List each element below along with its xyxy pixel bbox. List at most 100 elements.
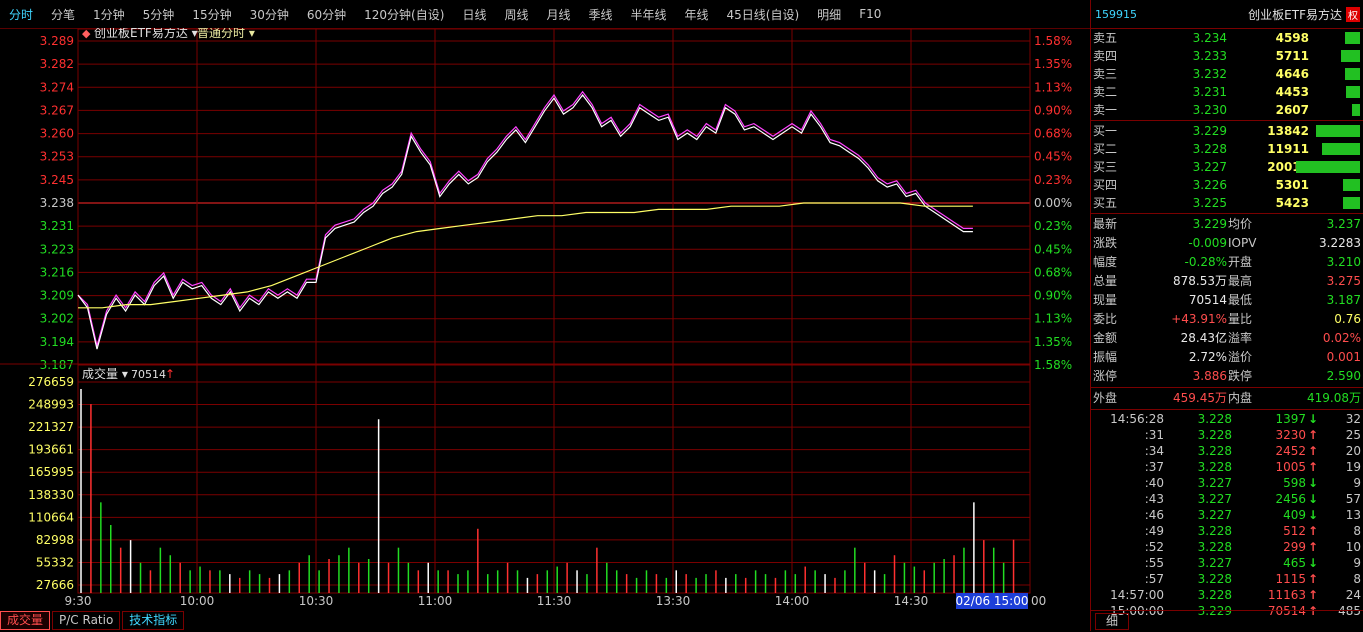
book-level[interactable]: 买五 3.225 5423 (1091, 194, 1363, 212)
pct-tick-label: 0.90% (1034, 103, 1072, 117)
period-tab-12[interactable]: 半年线 (622, 6, 676, 23)
level-price: 3.226 (1192, 178, 1227, 192)
price-tick-label: 3.274 (40, 80, 74, 94)
tick-time: :52 (1144, 540, 1164, 554)
tab-volume[interactable]: 成交量 (0, 611, 51, 630)
rights-badge[interactable]: 权 (1346, 6, 1360, 22)
tab-technical-indicators[interactable]: 技术指标 (122, 611, 185, 630)
period-tab-3[interactable]: 5分钟 (134, 6, 184, 23)
book-level[interactable]: 卖三 3.232 4646 (1091, 65, 1363, 83)
level-volume-bar (1352, 104, 1360, 116)
tick-price: 3.227 (1197, 556, 1232, 570)
period-tab-7[interactable]: 120分钟(自设) (355, 6, 453, 23)
tick-volume: 299 (1283, 540, 1306, 554)
book-level[interactable]: 买二 3.228 11911 (1091, 140, 1363, 158)
period-tab-5[interactable]: 30分钟 (241, 6, 298, 23)
level-volume-bar (1316, 125, 1360, 137)
tick-time: :55 (1144, 556, 1164, 570)
detail-button[interactable]: 细 (1095, 613, 1130, 630)
level-volume-bar (1345, 32, 1360, 44)
level-volume: 5711 (1275, 49, 1309, 63)
tick-price: 3.227 (1197, 492, 1232, 506)
arrow-down-icon: ↓ (1307, 556, 1318, 570)
arrow-up-icon: ↑ (1307, 588, 1318, 602)
volume-tick-label: 193661 (28, 443, 74, 457)
pct-tick-label: 0.23% (1034, 173, 1072, 187)
stat-value: +43.91% (1171, 312, 1227, 326)
book-level[interactable]: 买四 3.226 5301 (1091, 176, 1363, 194)
level-volume-bar (1322, 143, 1360, 155)
book-level[interactable]: 卖五 3.234 4598 (1091, 29, 1363, 47)
etf-price-line (77, 90, 973, 347)
level-price: 3.227 (1192, 160, 1227, 174)
tick-list[interactable]: 14:56:28 3.228 1397 ↓ 32:31 3.228 3230 ↑… (1091, 411, 1363, 619)
book-level[interactable]: 买三 3.227 20011 (1091, 158, 1363, 176)
stat-row: 涨停 3.886 跌停 2.590 (1091, 367, 1363, 386)
level-volume-bar (1341, 50, 1360, 62)
period-tab-8[interactable]: 日线 (453, 6, 495, 23)
period-tab-14[interactable]: 45日线(自设) (718, 6, 809, 23)
tick-volume: 2452 (1275, 444, 1306, 458)
period-tab-10[interactable]: 月线 (537, 6, 579, 23)
book-level[interactable]: 卖二 3.231 4453 (1091, 83, 1363, 101)
volume-tick-label: 82998 (36, 533, 74, 547)
period-tab-9[interactable]: 周线 (495, 6, 537, 23)
volume-tick-label: 221327 (28, 420, 74, 434)
level-volume: 5423 (1275, 196, 1309, 210)
end-time-label: 00 (1031, 594, 1046, 608)
tick-count: 20 (1345, 444, 1361, 458)
price-tick-label: 3.187 (40, 358, 74, 372)
level-volume-bar (1343, 179, 1360, 191)
period-tab-6[interactable]: 60分钟 (298, 6, 355, 23)
tick-count: 19 (1345, 460, 1361, 474)
chart-stock-name: 创业板ETF易方达 ▾ (94, 28, 198, 40)
period-tab-13[interactable]: 年线 (676, 6, 718, 23)
stat-label: 幅度 (1093, 255, 1118, 269)
book-level[interactable]: 买一 3.229 13842 (1091, 122, 1363, 140)
stat-value: 3.210 (1326, 255, 1361, 269)
stat-value: 3.2283 (1319, 236, 1361, 250)
pct-tick-label: 0.45% (1034, 242, 1072, 256)
tick-price: 3.228 (1197, 524, 1232, 538)
stat-value: 3.886 (1192, 369, 1227, 383)
stat-label: 溢价 (1228, 350, 1253, 364)
level-price: 3.231 (1192, 85, 1227, 99)
book-level[interactable]: 卖一 3.230 2607 (1091, 101, 1363, 119)
period-toolbar: 分时 分笔 1分钟 5分钟 15分钟 30分钟 60分钟 120分钟(自设) 日线 周线 月线 季线半… (0, 0, 1090, 29)
period-tab-1[interactable]: 分笔 (42, 6, 84, 23)
level-label: 买四 (1093, 178, 1118, 192)
stat-label: 开盘 (1228, 255, 1253, 269)
period-tab-0[interactable]: 分时 (0, 6, 42, 23)
tick-price: 3.228 (1197, 460, 1232, 474)
bid-levels: 买一 3.229 13842 买二 3.228 11911 买三 3.227 2… (1091, 122, 1363, 212)
stat-value: 878.53万 (1173, 274, 1227, 288)
level-price: 3.234 (1192, 31, 1227, 45)
tick-volume: 465 (1283, 556, 1306, 570)
level-volume: 5301 (1275, 178, 1309, 192)
stat-row: 金额 28.43亿 溢率 0.02% (1091, 329, 1363, 348)
tick-row: :37 3.228 1005 ↑ 19 (1091, 459, 1363, 475)
stat-value: 3.275 (1326, 274, 1361, 288)
period-tab-2[interactable]: 1分钟 (84, 6, 134, 23)
tick-count: 10 (1345, 540, 1361, 554)
level-price: 3.229 (1192, 124, 1227, 138)
level-volume-bar (1296, 161, 1360, 173)
tick-price: 3.228 (1197, 572, 1232, 586)
level-price: 3.232 (1192, 67, 1227, 81)
intraday-chart[interactable]: 3.289 1.58% 3.282 1.35% 3.274 1.13% 3.267 0.90%… (0, 28, 1090, 610)
period-tab-4[interactable]: 15分钟 (183, 6, 240, 23)
inner-label: 内盘 (1228, 391, 1253, 405)
stat-label: 委比 (1093, 312, 1118, 326)
period-tab-11[interactable]: 季线 (579, 6, 621, 23)
tick-volume: 409 (1283, 508, 1306, 522)
tick-volume: 2456 (1275, 492, 1306, 506)
tab-pc-ratio[interactable]: P/C Ratio (52, 611, 121, 630)
period-tab-16[interactable]: F10 (850, 7, 890, 21)
book-level[interactable]: 卖四 3.233 5711 (1091, 47, 1363, 65)
volume-tick-label: 27666 (36, 578, 74, 592)
level-price: 3.230 (1192, 103, 1227, 117)
pct-tick-label: 0.68% (1034, 127, 1072, 141)
period-tab-15[interactable]: 明细 (808, 6, 850, 23)
arrow-up-icon: ↑ (165, 367, 175, 381)
average-price-line (78, 202, 973, 309)
